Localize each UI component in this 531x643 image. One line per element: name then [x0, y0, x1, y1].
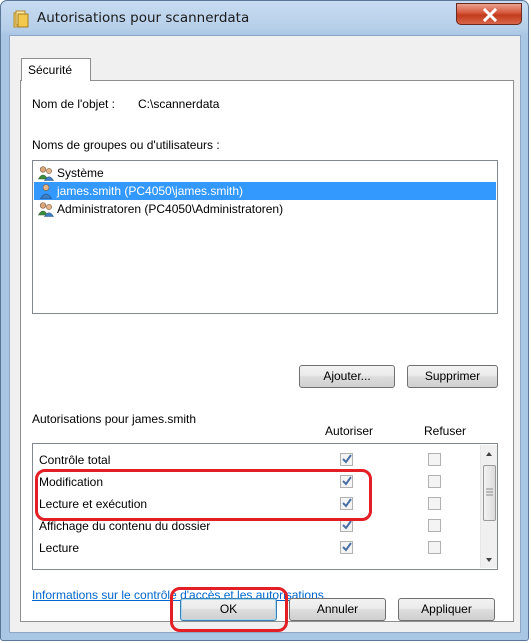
- deny-checkbox[interactable]: [428, 453, 441, 466]
- permissions-scrollbar[interactable]: [480, 445, 497, 568]
- remove-button[interactable]: Supprimer: [407, 365, 498, 388]
- window-title: Autorisations pour scannerdata: [37, 10, 250, 26]
- users-group-icon: [38, 166, 54, 181]
- permissions-dialog: Autorisations pour scannerdata Sécurité …: [0, 0, 529, 641]
- security-tab-panel: Nom de l'objet : C:\scannerdata Noms de …: [20, 80, 514, 622]
- user-icon: [39, 184, 53, 199]
- permissions-label: Autorisations pour james.smith: [32, 412, 197, 426]
- add-button[interactable]: Ajouter...: [299, 365, 395, 388]
- deny-checkbox[interactable]: [428, 497, 441, 510]
- folder-icon: [13, 10, 29, 28]
- list-item-label: james.smith (PC4050\james.smith): [57, 184, 244, 198]
- close-button[interactable]: [456, 3, 522, 25]
- list-item-label: Système: [57, 166, 104, 180]
- list-item-james-smith[interactable]: james.smith (PC4050\james.smith): [34, 182, 496, 200]
- highlight-rectangle: [35, 469, 372, 521]
- object-name-label: Nom de l'objet :: [32, 97, 115, 111]
- list-item-label: Administratoren (PC4050\Administratoren): [57, 202, 284, 216]
- allow-checkbox[interactable]: [340, 541, 353, 554]
- tab-security[interactable]: Sécurité: [21, 58, 91, 81]
- deny-checkbox[interactable]: [428, 519, 441, 532]
- title-bar[interactable]: Autorisations pour scannerdata: [1, 1, 528, 35]
- list-item-administrators[interactable]: Administratoren (PC4050\Administratoren): [34, 200, 496, 218]
- users-group-icon: [38, 202, 54, 217]
- scroll-up-icon[interactable]: [484, 449, 494, 459]
- deny-checkbox[interactable]: [428, 541, 441, 554]
- permission-name: Affichage du contenu du dossier: [39, 519, 211, 533]
- permission-name: Lecture: [39, 541, 80, 555]
- scroll-thumb[interactable]: [483, 465, 496, 521]
- highlight-rectangle: [170, 587, 288, 632]
- permission-row-read: Lecture: [33, 538, 473, 560]
- groups-label: Noms de groupes ou d'utilisateurs :: [32, 138, 220, 152]
- object-name-value: C:\scannerdata: [138, 97, 220, 111]
- list-item-system[interactable]: Système: [34, 164, 496, 182]
- apply-button[interactable]: Appliquer: [398, 598, 495, 621]
- grip-icon: [486, 488, 493, 496]
- permission-name: Contrôle total: [39, 453, 111, 467]
- deny-column-header: Refuser: [424, 424, 467, 438]
- deny-checkbox[interactable]: [428, 475, 441, 488]
- allow-column-header: Autoriser: [325, 424, 374, 438]
- cancel-button[interactable]: Annuler: [289, 598, 386, 621]
- allow-checkbox[interactable]: [340, 453, 353, 466]
- scroll-down-icon[interactable]: [484, 555, 494, 565]
- close-icon: [482, 8, 498, 22]
- dialog-body: Sécurité Nom de l'objet : C:\scannerdata…: [9, 35, 521, 633]
- groups-list[interactable]: Système james.smith (PC4050\james.smith): [32, 160, 498, 314]
